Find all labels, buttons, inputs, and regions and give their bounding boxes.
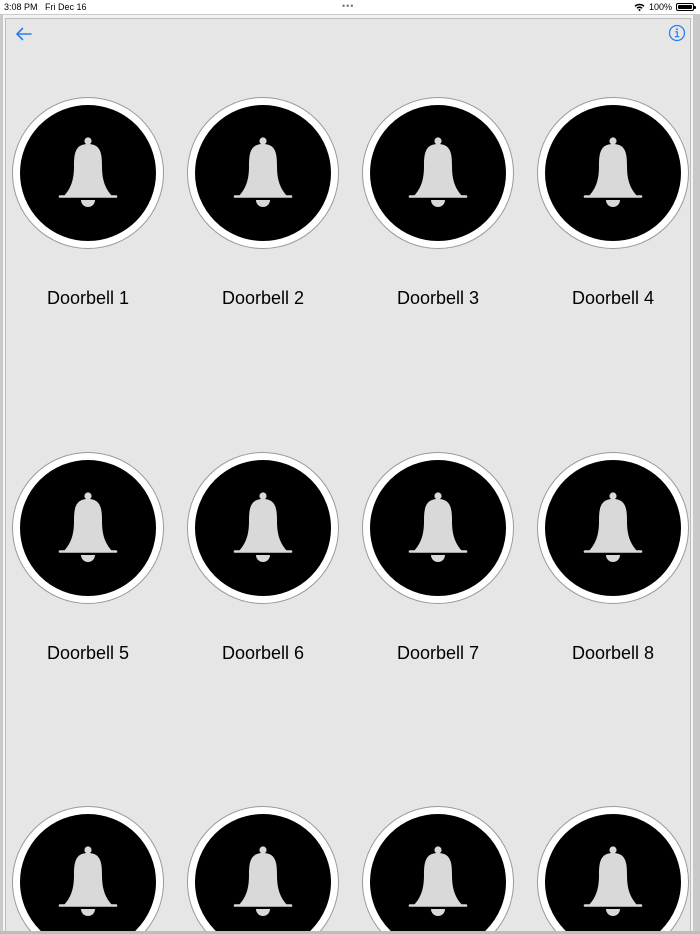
status-right: 100%	[634, 2, 696, 12]
doorbell-button[interactable]	[363, 807, 513, 934]
doorbell-button[interactable]	[538, 98, 688, 248]
bell-icon	[398, 842, 478, 922]
doorbell-label: Doorbell 7	[396, 643, 480, 663]
wifi-icon	[634, 3, 645, 11]
bell-icon	[48, 488, 128, 568]
doorbell-button[interactable]	[188, 98, 338, 248]
bell-icon	[398, 133, 478, 213]
doorbell-label: Doorbell 6	[221, 643, 305, 663]
doorbell-button[interactable]	[13, 453, 163, 603]
doorbell-label: Doorbell 2	[221, 288, 305, 308]
bell-icon	[573, 842, 653, 922]
doorbell-button[interactable]	[13, 98, 163, 248]
bell-icon	[48, 842, 128, 922]
doorbell-button[interactable]	[538, 453, 688, 603]
doorbell-button[interactable]	[188, 807, 338, 934]
status-bar: 3:08 PM Fri Dec 16 ••• 100%	[0, 0, 700, 14]
bell-icon	[573, 133, 653, 213]
bell-icon	[48, 133, 128, 213]
doorbell-button[interactable]	[13, 807, 163, 934]
multitasking-dots[interactable]: •••	[342, 1, 354, 11]
bell-icon	[223, 133, 303, 213]
doorbell-label: Doorbell 8	[571, 643, 655, 663]
doorbell-button[interactable]	[538, 807, 688, 934]
doorbell-label: Doorbell 5	[46, 643, 130, 663]
doorbell-button[interactable]	[363, 98, 513, 248]
bell-icon	[398, 488, 478, 568]
doorbell-button[interactable]	[363, 453, 513, 603]
doorbell-label: Doorbell 3	[396, 288, 480, 308]
main-screen: Doorbell 1 Doorbell 2 Doorbell 3 Doorbell 4…	[3, 15, 693, 934]
doorbell-button[interactable]	[188, 453, 338, 603]
status-date: Fri Dec 16	[45, 2, 87, 12]
bell-icon	[223, 842, 303, 922]
status-time: 3:08 PM	[4, 2, 38, 12]
doorbell-label: Doorbell 4	[571, 288, 655, 308]
bell-icon	[573, 488, 653, 568]
bell-icon	[223, 488, 303, 568]
doorbell-label: Doorbell 1	[46, 288, 130, 308]
battery-icon	[676, 3, 696, 11]
doorbell-grid: Doorbell 1 Doorbell 2 Doorbell 3 Doorbell 4…	[5, 18, 691, 934]
battery-percent: 100%	[648, 2, 672, 12]
